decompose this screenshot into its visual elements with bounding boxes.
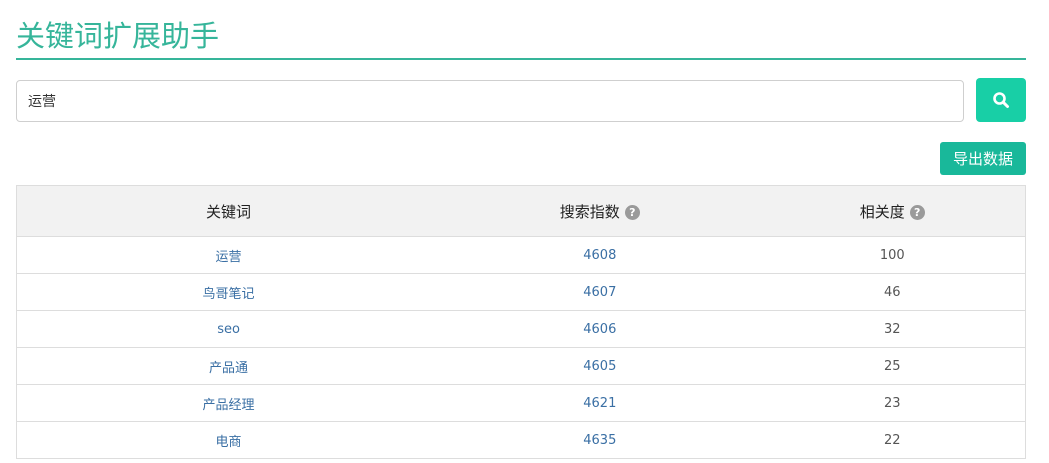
table-row: 运营 4608 100 bbox=[16, 236, 1026, 274]
header-search-index-label: 搜索指数 bbox=[559, 202, 620, 221]
export-data-button[interactable]: 导出数据 bbox=[940, 142, 1026, 175]
table-header-row: 关键词 搜索指数? 相关度? bbox=[16, 185, 1026, 237]
search-input[interactable] bbox=[16, 80, 964, 122]
search-index-link[interactable]: 4607 bbox=[583, 285, 616, 300]
table-row: seo 4606 32 bbox=[16, 310, 1026, 348]
relevance-value: 100 bbox=[879, 247, 905, 263]
header-keyword-label: 关键词 bbox=[206, 202, 252, 221]
search-index-link[interactable]: 4606 bbox=[583, 322, 616, 337]
search-button[interactable] bbox=[976, 78, 1026, 122]
header-keyword: 关键词 bbox=[16, 185, 441, 237]
search-bar bbox=[16, 78, 1026, 122]
keyword-link[interactable]: 产品经理 bbox=[203, 398, 255, 413]
search-icon bbox=[993, 92, 1009, 108]
keyword-link[interactable]: 鸟哥笔记 bbox=[203, 287, 255, 302]
help-icon[interactable]: ? bbox=[624, 204, 640, 220]
keyword-link[interactable]: 电商 bbox=[216, 435, 242, 450]
page-title: 关键词扩展助手 bbox=[16, 19, 220, 53]
header-relevance: 相关度? bbox=[759, 185, 1026, 237]
search-index-link[interactable]: 4635 bbox=[583, 433, 616, 448]
relevance-value: 22 bbox=[883, 432, 901, 448]
relevance-value: 25 bbox=[883, 358, 901, 374]
table-row: 产品经理 4621 23 bbox=[16, 384, 1026, 422]
keyword-link[interactable]: 产品通 bbox=[209, 361, 248, 376]
keyword-link[interactable]: seo bbox=[217, 322, 240, 337]
relevance-value: 32 bbox=[883, 321, 901, 337]
search-index-link[interactable]: 4605 bbox=[583, 359, 616, 374]
relevance-value: 46 bbox=[883, 284, 901, 300]
help-icon[interactable]: ? bbox=[909, 204, 925, 220]
search-index-link[interactable]: 4608 bbox=[583, 248, 616, 263]
table-row: 产品通 4605 25 bbox=[16, 347, 1026, 385]
export-toolbar: 导出数据 bbox=[16, 142, 1026, 175]
header-relevance-label: 相关度 bbox=[859, 202, 905, 221]
page: 关键词扩展助手 导出数据 关键词 搜索指数? 相关度? bbox=[0, 0, 1049, 463]
table-row: 电商 4635 22 bbox=[16, 421, 1026, 459]
keyword-table: 关键词 搜索指数? 相关度? 运营 4608 100 鸟哥笔记 4607 46 bbox=[16, 185, 1026, 459]
title-divider bbox=[16, 58, 1026, 60]
table-row: 鸟哥笔记 4607 46 bbox=[16, 273, 1026, 311]
keyword-link[interactable]: 运营 bbox=[216, 250, 242, 265]
relevance-value: 23 bbox=[883, 395, 901, 411]
header-search-index: 搜索指数? bbox=[440, 185, 760, 237]
search-index-link[interactable]: 4621 bbox=[583, 396, 616, 411]
